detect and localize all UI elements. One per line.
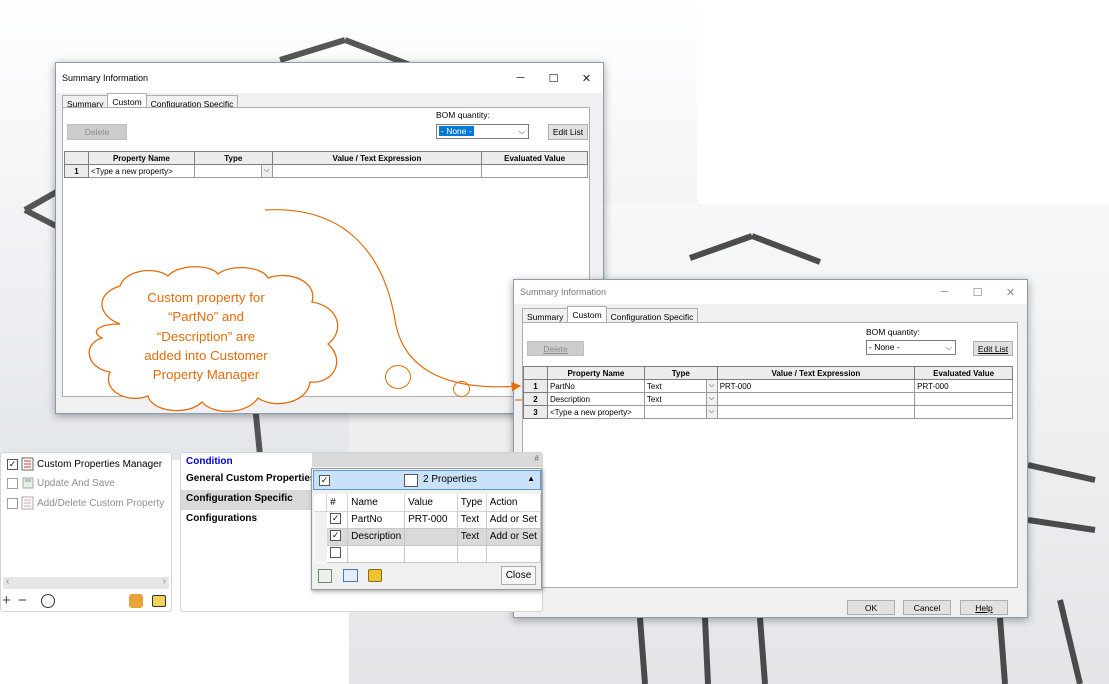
table-row[interactable]: PartNo PRT-000 Text Add or Set bbox=[314, 510, 542, 529]
select-all-checkbox[interactable] bbox=[319, 475, 330, 486]
row-checkbox-cell[interactable] bbox=[326, 510, 349, 529]
condition-header-bar: # bbox=[312, 453, 543, 467]
row-checkbox-cell[interactable] bbox=[326, 544, 349, 563]
tag-edit-icon[interactable] bbox=[368, 569, 382, 582]
condition-row[interactable]: Condition bbox=[186, 453, 233, 471]
value-cell[interactable] bbox=[404, 544, 458, 563]
type-cell[interactable] bbox=[456, 544, 487, 563]
remove-icon[interactable]: − bbox=[18, 592, 27, 609]
column-header-number: # bbox=[326, 494, 349, 512]
column-header-name: Name bbox=[347, 494, 406, 512]
chevron-right-icon[interactable]: › bbox=[163, 576, 166, 587]
panel-item-label: Update And Save bbox=[37, 477, 115, 489]
panel-item-label: Custom Properties Manager bbox=[37, 458, 163, 470]
properties-header[interactable]: 2 Properties ▲ bbox=[313, 470, 541, 490]
name-cell[interactable]: PartNo bbox=[347, 510, 406, 529]
column-header-action: Action bbox=[486, 494, 542, 512]
row-handle bbox=[314, 511, 327, 528]
callout-text: Custom property for “PartNo” and “Descri… bbox=[128, 288, 284, 384]
properties-header-row: # Name Value Type Action bbox=[314, 494, 542, 512]
row-handle-header bbox=[314, 494, 328, 512]
action-cell[interactable]: Add or Set bbox=[485, 527, 542, 546]
callout-bubble-large bbox=[385, 365, 411, 389]
panel-toolbar: + − bbox=[1, 592, 171, 612]
hash-label: # bbox=[534, 454, 539, 463]
type-cell[interactable]: Text bbox=[456, 510, 487, 529]
collapse-icon[interactable]: ▲ bbox=[527, 474, 535, 483]
panel-item-custom-properties-manager[interactable]: Custom Properties Manager bbox=[7, 456, 162, 472]
add-icon[interactable]: + bbox=[2, 592, 11, 609]
value-cell[interactable] bbox=[404, 527, 458, 546]
properties-count: 2 Properties bbox=[423, 474, 477, 485]
properties-popup: 2 Properties ▲ # Name Value Type Action … bbox=[311, 468, 542, 590]
name-cell[interactable] bbox=[347, 544, 406, 563]
action-cell[interactable]: Add or Set bbox=[485, 510, 542, 529]
type-cell[interactable]: Text bbox=[456, 527, 487, 546]
horizontal-scrollbar[interactable]: ‹ › bbox=[3, 576, 169, 589]
row-handle bbox=[314, 528, 327, 545]
checkbox[interactable] bbox=[330, 529, 342, 541]
add-file-icon[interactable] bbox=[318, 569, 332, 583]
configuration-specific-row[interactable]: Configuration Specific bbox=[186, 490, 293, 508]
callout-bubble-small bbox=[453, 381, 470, 397]
checkbox[interactable] bbox=[7, 458, 18, 470]
checkbox[interactable] bbox=[330, 512, 342, 524]
wizard-icon[interactable] bbox=[129, 594, 143, 608]
globe-icon[interactable] bbox=[41, 594, 55, 608]
general-custom-properties-row[interactable]: General Custom Properties bbox=[186, 470, 315, 488]
properties-table: # Name Value Type Action PartNo PRT-000 … bbox=[314, 494, 542, 563]
configurations-row[interactable]: Configurations bbox=[186, 510, 257, 528]
panel-item-add-delete-property[interactable]: Add/Delete Custom Property bbox=[7, 495, 164, 511]
tag-icon[interactable] bbox=[152, 595, 166, 607]
name-cell[interactable]: Description bbox=[347, 527, 406, 546]
checkbox[interactable] bbox=[330, 546, 342, 558]
callout-line: added into Customer bbox=[144, 347, 268, 363]
close-button[interactable]: Close bbox=[501, 566, 536, 585]
checkbox[interactable] bbox=[7, 497, 18, 509]
table-row[interactable] bbox=[314, 544, 542, 563]
column-header-type: Type bbox=[457, 494, 487, 512]
callout-line: “PartNo” and bbox=[167, 309, 245, 325]
checkbox[interactable] bbox=[7, 477, 18, 489]
action-cell[interactable] bbox=[485, 544, 542, 563]
row-checkbox-cell[interactable] bbox=[326, 527, 349, 546]
callout-line: Custom property for bbox=[147, 290, 265, 305]
table-icon[interactable] bbox=[343, 569, 358, 582]
chevron-left-icon[interactable]: ‹ bbox=[6, 576, 9, 587]
properties-manager-icon bbox=[21, 457, 35, 471]
custom-properties-panel: Custom Properties Manager Update And Sav… bbox=[0, 452, 172, 612]
table-row[interactable]: Description Text Add or Set bbox=[314, 527, 542, 546]
callout-line: “Description” are bbox=[156, 328, 256, 344]
column-header-value: Value bbox=[404, 494, 458, 512]
update-save-icon bbox=[21, 476, 35, 490]
callout-line: Property Manager bbox=[152, 367, 260, 383]
value-cell[interactable]: PRT-000 bbox=[404, 510, 458, 529]
panel-item-label: Add/Delete Custom Property bbox=[37, 497, 165, 509]
add-delete-property-icon bbox=[21, 496, 35, 510]
row-handle bbox=[314, 545, 327, 562]
properties-list-icon bbox=[404, 474, 418, 487]
panel-item-update-and-save[interactable]: Update And Save bbox=[7, 475, 115, 491]
